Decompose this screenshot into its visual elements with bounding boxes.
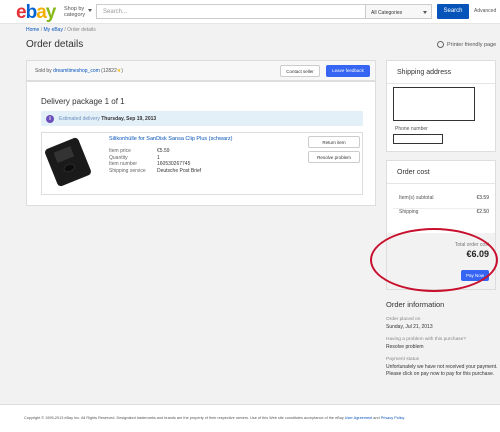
footer-and: and — [373, 416, 380, 420]
breadcrumb-my-ebay[interactable]: My eBay — [44, 27, 63, 33]
phone-number-label: Phone number — [395, 126, 428, 132]
estimated-delivery-text: Estimated delivery Thursday, Sep 19, 201… — [59, 116, 156, 122]
shipping-address-card: Shipping address Phone number — [386, 60, 496, 152]
printer-friendly-link[interactable]: Printer friendly page — [437, 41, 496, 48]
category-select-value: All Categories — [371, 10, 403, 16]
resolve-problem-link[interactable]: Resolve problem — [386, 344, 424, 351]
payment-status-value: Unfortunately we have not received your … — [386, 364, 498, 377]
device-button — [62, 161, 77, 174]
chevron-down-icon[interactable] — [88, 9, 92, 12]
search-input[interactable]: Search... — [96, 4, 366, 19]
estimated-delivery-date: Thursday, Sep 19, 2013 — [101, 116, 157, 122]
logo-letter-b: b — [25, 2, 38, 23]
footer-copyright: Copyright © 1995-2013 eBay Inc. All Righ… — [24, 416, 405, 420]
item-title-link[interactable]: Silikonhülle for SanDisk Sansa Clip Plus… — [109, 136, 233, 142]
breadcrumb: Home / My eBay / Order details — [26, 27, 96, 33]
device-image — [43, 136, 93, 188]
resolve-problem-button[interactable]: Resolve problem — [308, 151, 360, 163]
device-screen — [53, 146, 75, 163]
phone-number-box — [393, 134, 443, 144]
payment-status-label: Payment status — [386, 357, 420, 362]
shipping-cost-value: €2.50 — [476, 209, 489, 215]
divider — [387, 83, 495, 84]
privacy-policy-link[interactable]: Privacy Policy — [381, 416, 404, 420]
seller-name-link[interactable]: dreamtimeshop_com — [53, 68, 100, 74]
annotation-circle — [370, 228, 498, 292]
breadcrumb-home[interactable]: Home — [26, 27, 39, 33]
return-item-button[interactable]: Return item — [308, 136, 360, 148]
order-placed-value: Sunday, Jul 21, 2013 — [386, 324, 433, 330]
footer-copyright-text: Copyright © 1995-2013 eBay Inc. All Righ… — [24, 416, 344, 420]
subtotal-value: €3.59 — [476, 195, 489, 201]
breadcrumb-current: Order details — [67, 27, 96, 33]
shipping-service-value: Deutsche Post Brief — [157, 167, 202, 174]
breadcrumb-separator: / — [40, 27, 43, 33]
footer: Copyright © 1995-2013 eBay Inc. All Righ… — [0, 405, 500, 432]
divider — [387, 183, 495, 184]
delivery-package-card: Delivery package 1 of 1 i Estimated deli… — [26, 81, 376, 206]
item-image[interactable] — [43, 135, 99, 188]
problem-label: Having a problem with this purchase? — [386, 337, 466, 342]
search-button[interactable]: Search — [437, 4, 469, 19]
user-agreement-link[interactable]: User Agreement — [345, 416, 372, 420]
shipping-service-label: Shipping service — [109, 167, 146, 174]
shipping-address-title: Shipping address — [397, 69, 452, 76]
order-placed-label: Order placed on — [386, 317, 421, 322]
footer-end: . — [404, 416, 406, 420]
advanced-search-link[interactable]: Advanced — [474, 8, 496, 14]
estimated-delivery-bar: i Estimated delivery Thursday, Sep 19, 2… — [41, 111, 363, 126]
ebay-logo[interactable]: ebay — [16, 2, 57, 23]
logo-letter-e: e — [16, 2, 27, 23]
order-cost-title: Order cost — [397, 169, 430, 176]
shop-by-category[interactable]: Shop by category — [64, 6, 92, 18]
info-icon: i — [46, 115, 54, 123]
sold-by: Sold by dreamtimeshop_com (12822★) — [35, 68, 123, 74]
printer-icon — [437, 41, 444, 48]
logo-letter-y: y — [45, 2, 57, 23]
printer-friendly-label: Printer friendly page — [447, 41, 497, 48]
subtotal-label: Item(s) subtotal — [399, 195, 434, 201]
order-information-title: Order information — [386, 300, 445, 309]
sold-by-label: Sold by — [35, 68, 52, 74]
chevron-down-icon — [423, 11, 427, 14]
logo-letter-a: a — [36, 2, 47, 23]
breadcrumb-separator: / — [64, 27, 66, 33]
shipping-cost-label: Shipping — [399, 209, 419, 215]
site-header: ebay Shop by category Search... All Cate… — [0, 0, 500, 24]
estimated-delivery-label: Estimated delivery — [59, 116, 100, 122]
seller-bar: Sold by dreamtimeshop_com (12822★) Conta… — [26, 60, 376, 81]
seller-rating-close: ) — [121, 68, 123, 74]
leave-feedback-button[interactable]: Leave feedback — [326, 65, 370, 77]
item-detail-labels: Item price Quantity Item number Shipping… — [109, 148, 146, 174]
seller-rating: (12822 — [101, 68, 117, 74]
category-select[interactable]: All Categories — [366, 4, 432, 19]
item-box: Silikonhülle for SanDisk Sansa Clip Plus… — [41, 132, 363, 195]
item-detail-values: €5.59 1 160530267745 Deutsche Post Brief — [157, 148, 201, 174]
contact-seller-button[interactable]: Contact seller — [280, 65, 320, 77]
package-title: Delivery package 1 of 1 — [41, 97, 125, 106]
address-box — [393, 87, 475, 121]
page-title: Order details — [26, 39, 84, 50]
